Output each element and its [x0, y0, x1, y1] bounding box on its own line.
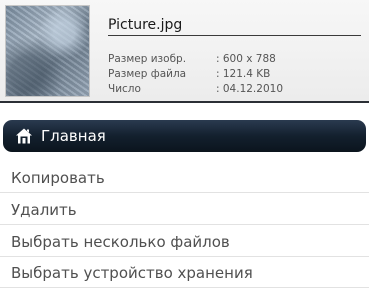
menu-header-label: Главная [41, 127, 106, 145]
file-info-panel: Picture.jpg Размер изобр. : 600 x 788 Ра… [0, 0, 369, 103]
date-label: Число [108, 83, 141, 95]
image-size-label: Размер изобр. [108, 53, 187, 65]
menu-item-copy[interactable]: Копировать [0, 164, 369, 193]
file-size-label: Размер файла [108, 68, 187, 80]
menu-item-delete[interactable]: Удалить [0, 196, 369, 225]
menu-item-select-multiple[interactable]: Выбрать несколько файлов [0, 228, 369, 257]
file-size-value: : 121.4 KB [216, 68, 271, 80]
menu-item-select-storage[interactable]: Выбрать устройство хранения [0, 259, 369, 288]
menu-home-header[interactable]: Главная [3, 120, 366, 152]
image-size-value: : 600 x 788 [216, 53, 276, 65]
file-name: Picture.jpg [108, 17, 361, 36]
image-thumbnail [6, 6, 89, 96]
date-value: : 04.12.2010 [216, 83, 283, 95]
home-icon [16, 128, 32, 144]
